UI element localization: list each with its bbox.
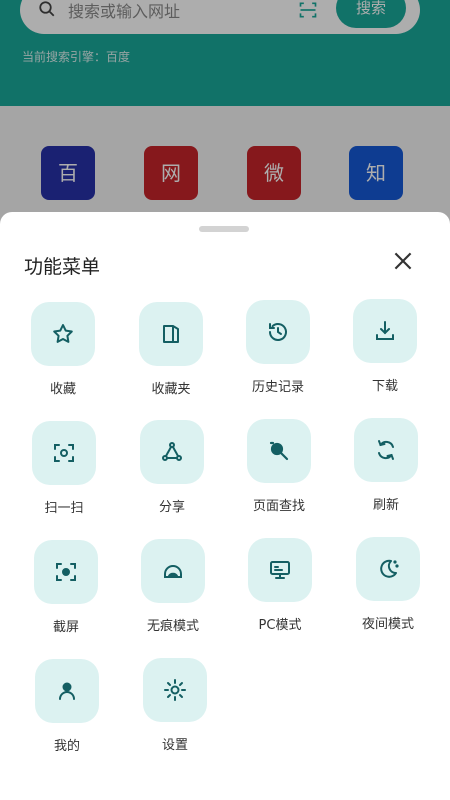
download-icon bbox=[376, 321, 394, 340]
menu-item-label: 我的 bbox=[53, 739, 80, 754]
book-icon bbox=[163, 325, 179, 343]
drag-handle[interactable] bbox=[199, 226, 249, 232]
menu-item-screenshot[interactable]: 截屏 bbox=[26, 540, 106, 640]
menu-item-night-mode[interactable]: 夜间模式 bbox=[348, 537, 428, 637]
menu-item-label: 刷新 bbox=[372, 498, 399, 513]
incognito-icon bbox=[164, 565, 182, 578]
menu-item-label: 收藏 bbox=[49, 382, 76, 397]
menu-item-profile[interactable]: 我的 bbox=[27, 659, 107, 759]
menu-item-label: 设置 bbox=[161, 738, 188, 753]
close-icon[interactable] bbox=[390, 248, 416, 274]
history-icon bbox=[269, 323, 287, 341]
menu-item-label: PC模式 bbox=[258, 618, 302, 633]
person-icon bbox=[59, 682, 75, 700]
moon-icon bbox=[380, 559, 399, 578]
menu-item-favorite[interactable]: 收藏 bbox=[23, 302, 103, 402]
menu-item-label: 扫一扫 bbox=[44, 501, 84, 516]
menu-item-label: 下载 bbox=[371, 379, 398, 394]
menu-item-find-in-page[interactable]: 页面查找 bbox=[239, 419, 319, 519]
menu-item-refresh[interactable]: 刷新 bbox=[346, 418, 426, 518]
menu-item-bookmarks[interactable]: 收藏夹 bbox=[131, 302, 211, 402]
menu-item-label: 分享 bbox=[158, 500, 185, 515]
menu-item-scan[interactable]: 扫一扫 bbox=[24, 421, 104, 521]
menu-item-share[interactable]: 分享 bbox=[132, 420, 212, 520]
menu-item-label: 无痕模式 bbox=[146, 619, 199, 634]
menu-item-download[interactable]: 下载 bbox=[345, 299, 425, 399]
menu-item-label: 历史记录 bbox=[251, 380, 304, 395]
menu-item-pc-mode[interactable]: PC模式 bbox=[240, 538, 320, 638]
pc-icon bbox=[270, 561, 290, 579]
star-icon bbox=[53, 324, 73, 343]
scan-icon bbox=[54, 444, 74, 462]
menu-item-label: 收藏夹 bbox=[151, 382, 191, 397]
menu-item-settings[interactable]: 设置 bbox=[135, 658, 215, 758]
modal-overlay[interactable] bbox=[0, 0, 450, 240]
function-menu-sheet: 功能菜单 收藏 收藏夹 历史记录 下载 扫一扫 分享 页面查找 刷新 截屏 无痕… bbox=[0, 212, 450, 800]
find-icon bbox=[269, 441, 289, 461]
menu-item-label: 截屏 bbox=[52, 620, 79, 635]
menu-item-incognito[interactable]: 无痕模式 bbox=[133, 539, 213, 639]
menu-item-label: 页面查找 bbox=[252, 499, 305, 514]
menu-item-history[interactable]: 历史记录 bbox=[238, 300, 318, 400]
share-icon bbox=[162, 442, 182, 461]
screenshot-icon bbox=[56, 563, 76, 581]
settings-icon bbox=[164, 679, 186, 701]
background-page: 搜索或输入网址 搜索 当前搜索引擎：百度 百 网 微 知 bbox=[0, 0, 450, 240]
sheet-title: 功能菜单 bbox=[24, 256, 101, 278]
refresh-icon bbox=[378, 440, 394, 460]
menu-item-label: 夜间模式 bbox=[361, 617, 414, 632]
